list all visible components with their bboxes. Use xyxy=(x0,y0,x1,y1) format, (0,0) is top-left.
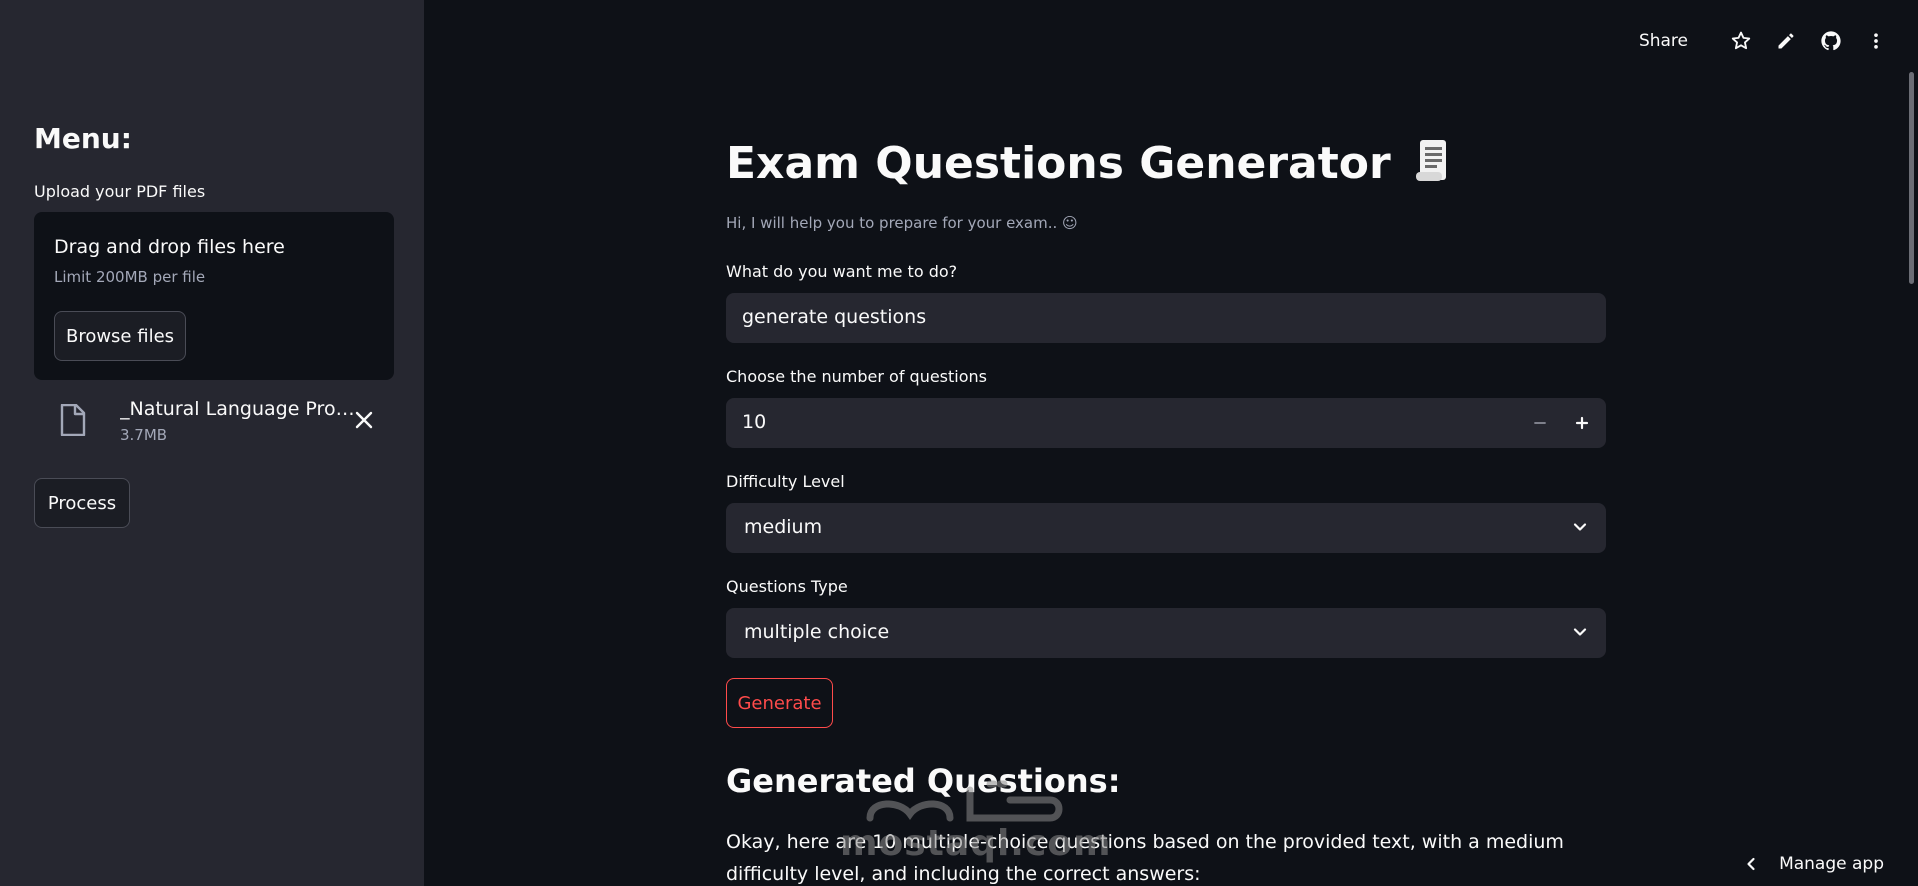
dropzone-limit: Limit 200MB per file xyxy=(54,268,206,286)
chevron-down-icon xyxy=(1573,523,1587,531)
manage-app-label: Manage app xyxy=(1779,854,1884,874)
file-dropzone[interactable]: Drag and drop files here Limit 200MB per… xyxy=(34,212,394,380)
upload-label: Upload your PDF files xyxy=(34,182,206,201)
question-type-label: Questions Type xyxy=(726,577,848,596)
close-icon[interactable] xyxy=(352,408,376,432)
star-icon[interactable] xyxy=(1729,29,1753,53)
subtitle: Hi, I will help you to prepare for your … xyxy=(726,214,1078,232)
watermark-text: mostaql.com xyxy=(840,823,1112,864)
scroll-thumb[interactable] xyxy=(1909,72,1914,284)
num-questions-value: 10 xyxy=(742,411,767,433)
header-toolbar: Share xyxy=(1639,26,1888,56)
dropzone-title: Drag and drop files here xyxy=(54,236,285,258)
question-type-select[interactable]: multiple choice xyxy=(726,608,1606,658)
scroll-icon xyxy=(1416,140,1447,181)
process-button[interactable]: Process xyxy=(34,478,130,528)
question-type-value: multiple choice xyxy=(744,621,890,643)
num-questions-input[interactable]: 10 xyxy=(726,398,1606,448)
difficulty-select[interactable]: medium xyxy=(726,503,1606,553)
difficulty-value: medium xyxy=(744,516,823,538)
sidebar: Menu: Upload your PDF files Drag and dro… xyxy=(0,0,424,886)
more-vertical-icon[interactable] xyxy=(1864,29,1888,53)
page-title-text: Exam Questions Generator xyxy=(726,138,1391,189)
file-name: _Natural Language Processing.pdf xyxy=(120,398,356,420)
chevron-left-icon xyxy=(1747,857,1755,871)
share-button[interactable]: Share xyxy=(1639,31,1688,51)
task-input-value: generate questions xyxy=(742,306,927,328)
edit-icon[interactable] xyxy=(1774,29,1798,53)
menu-title: Menu: xyxy=(34,122,132,155)
num-questions-label: Choose the number of questions xyxy=(726,367,987,386)
uploaded-file: _Natural Language Processing.pdf 3.7MB xyxy=(34,392,394,452)
chevron-down-icon xyxy=(1573,628,1587,636)
difficulty-label: Difficulty Level xyxy=(726,472,845,491)
plus-icon[interactable] xyxy=(1570,411,1594,435)
generate-button[interactable]: Generate xyxy=(726,678,833,728)
task-label: What do you want me to do? xyxy=(726,262,958,281)
file-icon xyxy=(60,404,86,436)
scrollbar[interactable] xyxy=(1906,0,1918,886)
github-icon[interactable] xyxy=(1819,29,1843,53)
minus-icon[interactable] xyxy=(1528,411,1552,435)
page-title: Exam Questions Generator xyxy=(726,136,1452,189)
manage-app-button[interactable]: Manage app xyxy=(1741,852,1884,876)
task-input[interactable]: generate questions xyxy=(726,293,1606,343)
file-size: 3.7MB xyxy=(120,426,168,444)
browse-files-button[interactable]: Browse files xyxy=(54,311,186,361)
watermark: mostaql.com xyxy=(840,770,1112,870)
